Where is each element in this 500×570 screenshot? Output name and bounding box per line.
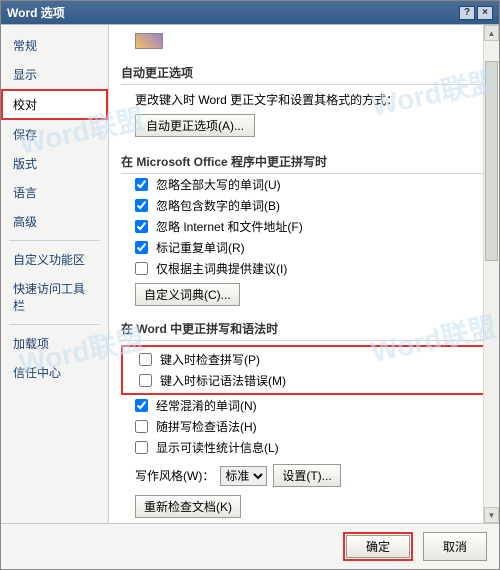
main-dict-only-label: 仅根据主词典提供建议(I): [156, 260, 287, 277]
ok-button[interactable]: 确定: [346, 535, 410, 558]
main-dict-only-checkbox[interactable]: [135, 262, 148, 275]
scroll-down-arrow[interactable]: ▼: [484, 507, 499, 523]
sidebar-item-advanced[interactable]: 高级: [1, 207, 108, 236]
sidebar-item-customize-ribbon[interactable]: 自定义功能区: [1, 245, 108, 274]
ignore-internet-checkbox[interactable]: [135, 220, 148, 233]
window-title: Word 选项: [7, 4, 65, 21]
sidebar-item-save[interactable]: 保存: [1, 120, 108, 149]
sidebar-item-quick-access[interactable]: 快速访问工具栏: [1, 274, 108, 320]
highlighted-spellcheck-group: 键入时检查拼写(P) 键入时标记语法错误(M): [121, 345, 487, 395]
close-button[interactable]: ×: [477, 6, 493, 20]
writing-style-label: 写作风格(W)：: [135, 467, 214, 484]
flag-repeated-checkbox[interactable]: [135, 241, 148, 254]
sidebar-item-general[interactable]: 常规: [1, 31, 108, 60]
grammar-with-spelling-label: 随拼写检查语法(H): [156, 418, 257, 435]
flag-repeated-label: 标记重复单词(R): [156, 239, 245, 256]
grammar-with-spelling-checkbox[interactable]: [135, 420, 148, 433]
sidebar-divider: [9, 324, 100, 325]
confused-words-label: 经常混淆的单词(N): [156, 397, 257, 414]
writing-style-settings-button[interactable]: 设置(T)...: [273, 464, 340, 487]
dialog-body: 常规 显示 校对 保存 版式 语言 高级 自定义功能区 快速访问工具栏 加载项 …: [1, 24, 499, 523]
mark-grammar-checkbox[interactable]: [139, 374, 152, 387]
section-word-title: 在 Word 中更正拼写和语法时: [121, 314, 487, 341]
autocorrect-label: 更改键入时 Word 更正文字和设置其格式的方式：: [135, 91, 398, 108]
dialog-footer: 确定 取消: [1, 523, 499, 569]
writing-style-select[interactable]: 标准: [220, 466, 267, 486]
mark-grammar-label: 键入时标记语法错误(M): [160, 372, 286, 389]
main-panel: 自动更正选项 更改键入时 Word 更正文字和设置其格式的方式： 自动更正选项(…: [109, 25, 499, 523]
readability-stats-label: 显示可读性统计信息(L): [156, 439, 279, 456]
sidebar-item-trust-center[interactable]: 信任中心: [1, 358, 108, 387]
scroll-thumb[interactable]: [485, 61, 498, 261]
check-spelling-checkbox[interactable]: [139, 353, 152, 366]
ignore-uppercase-checkbox[interactable]: [135, 178, 148, 191]
sidebar-item-proofing[interactable]: 校对: [1, 89, 108, 120]
titlebar: Word 选项 ? ×: [1, 1, 499, 24]
confused-words-checkbox[interactable]: [135, 399, 148, 412]
ok-highlight: 确定: [343, 532, 413, 561]
ignore-numbers-checkbox[interactable]: [135, 199, 148, 212]
sidebar-item-display[interactable]: 显示: [1, 60, 108, 89]
main-scroll-area: 自动更正选项 更改键入时 Word 更正文字和设置其格式的方式： 自动更正选项(…: [109, 25, 499, 523]
palette-icon: [135, 33, 163, 49]
check-spelling-label: 键入时检查拼写(P): [160, 351, 260, 368]
autocorrect-options-button[interactable]: 自动更正选项(A)...: [135, 114, 255, 137]
sidebar-divider: [9, 240, 100, 241]
scroll-track[interactable]: [484, 41, 499, 507]
section-autocorrect-title: 自动更正选项: [121, 58, 487, 85]
ignore-internet-label: 忽略 Internet 和文件地址(F): [156, 218, 303, 235]
sidebar-item-language[interactable]: 语言: [1, 178, 108, 207]
sidebar-item-addins[interactable]: 加载项: [1, 329, 108, 358]
readability-stats-checkbox[interactable]: [135, 441, 148, 454]
help-button[interactable]: ?: [459, 6, 475, 20]
ignore-numbers-label: 忽略包含数字的单词(B): [156, 197, 280, 214]
ignore-uppercase-label: 忽略全部大写的单词(U): [156, 176, 281, 193]
scroll-up-arrow[interactable]: ▲: [484, 25, 499, 41]
sidebar-item-layout[interactable]: 版式: [1, 149, 108, 178]
word-options-window: Word 选项 ? × 常规 显示 校对 保存 版式 语言 高级 自定义功能区 …: [0, 0, 500, 570]
recheck-document-button[interactable]: 重新检查文档(K): [135, 495, 241, 518]
sidebar: 常规 显示 校对 保存 版式 语言 高级 自定义功能区 快速访问工具栏 加载项 …: [1, 25, 109, 523]
custom-dictionaries-button[interactable]: 自定义词典(C)...: [135, 283, 240, 306]
section-office-title: 在 Microsoft Office 程序中更正拼写时: [121, 147, 487, 174]
vertical-scrollbar[interactable]: ▲ ▼: [483, 25, 499, 523]
cancel-button[interactable]: 取消: [423, 532, 487, 561]
